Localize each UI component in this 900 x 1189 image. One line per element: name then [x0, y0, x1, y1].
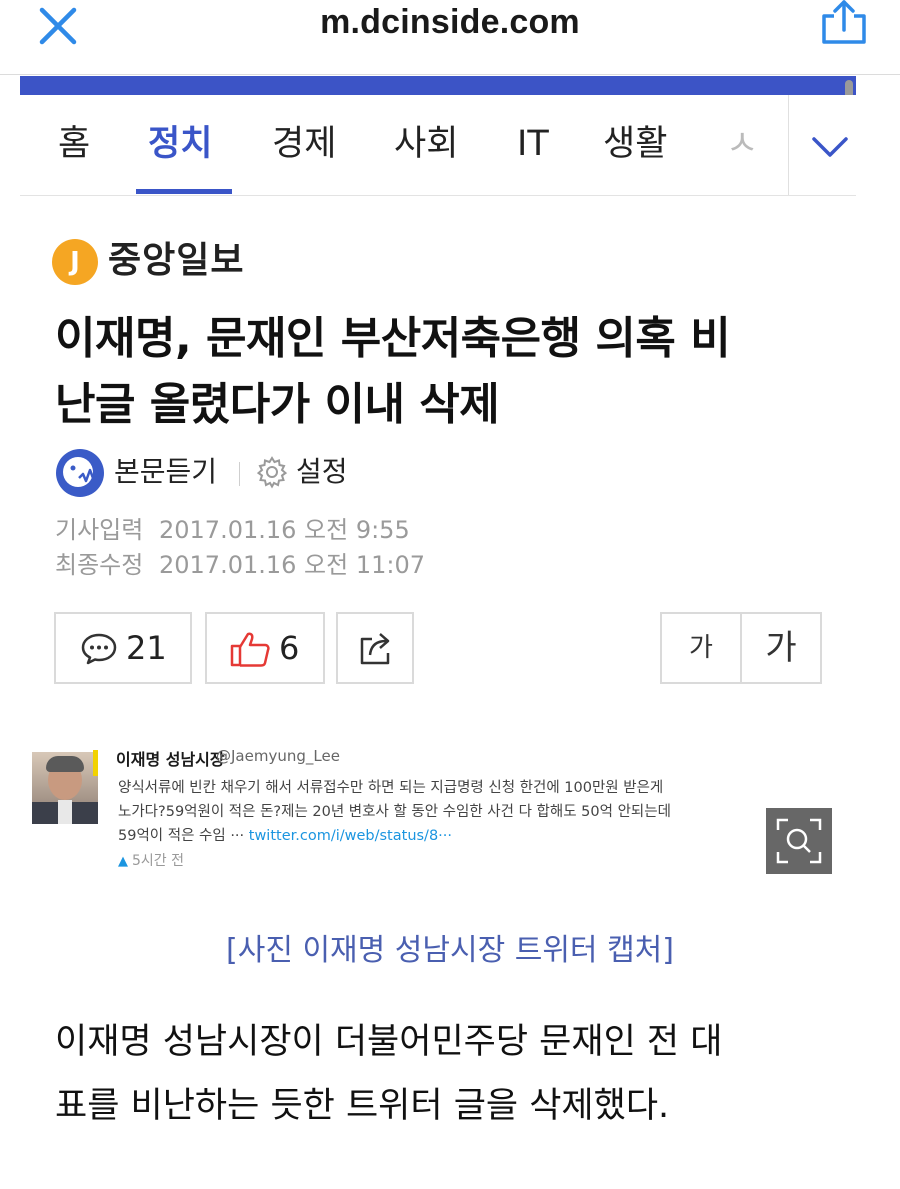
tweet-text-line: 노가다?59억원이 적은 돈?제는 20년 변호사 할 동안 수임한 사건 다 … — [118, 804, 671, 820]
tab-it[interactable]: IT — [517, 95, 549, 195]
tweet-time: ▲ 5시간 전 — [118, 853, 184, 869]
listen-icon[interactable] — [55, 448, 105, 498]
published-date: 기사입력 2017.01.16 오전 9:55 — [55, 516, 410, 544]
twitter-bird-icon: ▲ — [118, 854, 128, 869]
tweet-text-line: 양식서류에 빈칸 채우기 해서 서류접수만 하면 되는 지급명령 신청 한건에 … — [118, 780, 664, 796]
share-arrow-icon — [360, 633, 390, 665]
yellow-ribbon-icon — [93, 750, 98, 776]
tweet-screenshot-image: 이재명 성남시장 @Jaemyung_Lee 양식서류에 빈칸 채우기 해서 서… — [28, 740, 828, 878]
font-size-controls: 가 가 — [660, 612, 822, 684]
tab-economy[interactable]: 경제 — [272, 95, 336, 195]
nav-divider — [788, 95, 789, 195]
tool-divider — [239, 462, 240, 486]
tweet-author-handle: @Jaemyung_Lee — [216, 747, 340, 765]
photo-caption: [사진 이재명 성남시장 트위터 캡처] — [226, 933, 674, 968]
category-tabs: 홈 정치 경제 사회 IT 생활 ㅅ — [20, 95, 856, 196]
active-tab-indicator — [136, 189, 232, 194]
comment-icon — [81, 633, 117, 665]
comment-button[interactable]: 21 — [54, 612, 192, 684]
tweet-author-name: 이재명 성남시장 — [116, 750, 225, 769]
listen-button[interactable]: 본문듣기 — [114, 452, 217, 492]
profile-photo — [32, 752, 98, 824]
tweet-text-line: 59억이 적은 수임 ··· twitter.com/i/web/status/… — [118, 828, 452, 844]
magnify-icon — [776, 818, 822, 864]
tab-more-partial[interactable]: ㅅ — [726, 95, 758, 195]
browser-toolbar: m.dcinside.com — [0, 0, 900, 75]
site-header-band — [20, 76, 856, 95]
font-increase-button[interactable]: 가 — [742, 614, 820, 682]
tweet-link: twitter.com/i/web/status/8··· — [248, 828, 452, 844]
gear-icon[interactable] — [255, 455, 289, 489]
tab-home[interactable]: 홈 — [58, 95, 90, 195]
share-icon[interactable] — [818, 0, 870, 46]
chevron-down-icon[interactable] — [810, 133, 850, 161]
publisher-name: 중앙일보 — [108, 240, 245, 281]
publisher-logo: J — [52, 239, 98, 285]
settings-button[interactable]: 설정 — [296, 452, 348, 492]
comment-count: 21 — [126, 629, 167, 667]
like-button[interactable]: 6 — [205, 612, 325, 684]
share-article-button[interactable] — [336, 612, 414, 684]
like-count: 6 — [279, 629, 300, 667]
tab-life[interactable]: 생활 — [603, 95, 667, 195]
tab-society[interactable]: 사회 — [394, 95, 458, 195]
image-zoom-button[interactable] — [766, 808, 832, 874]
thumbs-up-icon — [230, 632, 270, 667]
font-decrease-button[interactable]: 가 — [662, 614, 740, 682]
article-body: 이재명 성남시장이 더불어민주당 문재인 전 대 표를 비난하는 듯한 트위터 … — [55, 1022, 723, 1126]
modified-date: 최종수정 2017.01.16 오전 11:07 — [55, 551, 425, 579]
tab-politics[interactable]: 정치 — [148, 95, 212, 195]
url-bar[interactable]: m.dcinside.com — [0, 0, 900, 44]
article-headline: 이재명, 문재인 부산저축은행 의혹 비 난글 올렸다가 이내 삭제 — [55, 313, 731, 430]
